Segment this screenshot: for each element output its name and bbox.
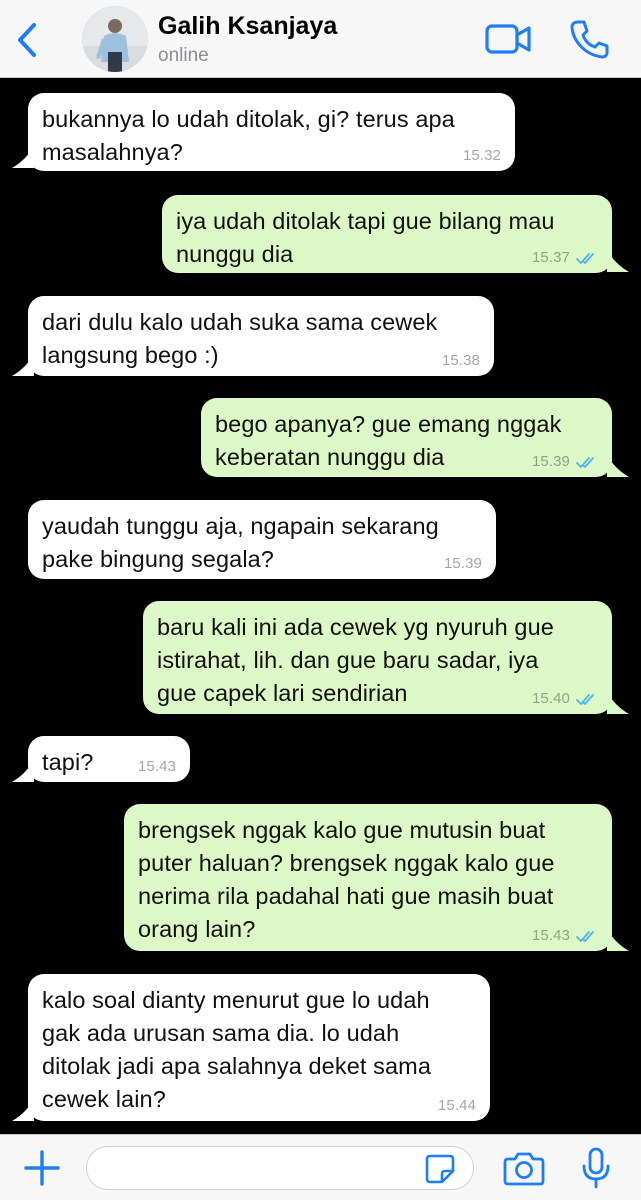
message-input-bar — [0, 1134, 641, 1200]
chevron-left-icon — [18, 23, 36, 57]
chat-header: Galih Ksanjaya online — [0, 0, 641, 78]
voice-call-button[interactable] — [568, 18, 610, 60]
read-receipt-icon — [576, 457, 594, 468]
message-text: bukannya lo udah ditolak, gi? terus apa … — [42, 106, 455, 165]
message-bubble-outgoing[interactable]: bego apanya? gue emang nggak keberatan n… — [201, 398, 612, 477]
message-text: brengsek nggak kalo gue mutusin buat put… — [138, 817, 555, 942]
read-receipt-icon — [576, 694, 594, 705]
message-bubble-incoming[interactable]: bukannya lo udah ditolak, gi? terus apa … — [28, 93, 515, 171]
microphone-icon — [582, 1147, 610, 1189]
video-call-button[interactable] — [484, 20, 532, 58]
message-input[interactable] — [86, 1146, 474, 1190]
message-text: kalo soal dianty menurut gue lo udah gak… — [42, 987, 431, 1112]
avatar[interactable] — [82, 6, 148, 72]
camera-button[interactable] — [503, 1150, 545, 1186]
sticker-icon — [425, 1154, 455, 1184]
back-button[interactable] — [8, 18, 48, 62]
voice-message-button[interactable] — [581, 1146, 611, 1190]
message-time: 15.40 — [531, 690, 570, 707]
message-bubble-outgoing[interactable]: iya udah ditolak tapi gue bilang mau nun… — [162, 195, 612, 273]
message-bubble-incoming[interactable]: tapi? 15.43 — [28, 736, 190, 782]
contact-name[interactable]: Galih Ksanjaya — [158, 12, 337, 41]
read-receipt-icon — [576, 931, 594, 942]
message-bubble-incoming[interactable]: kalo soal dianty menurut gue lo udah gak… — [28, 974, 490, 1121]
sticker-button[interactable] — [424, 1153, 456, 1185]
message-bubble-incoming[interactable]: dari dulu kalo udah suka sama cewek lang… — [28, 296, 494, 376]
message-time: 15.37 — [531, 249, 570, 266]
message-list[interactable]: bukannya lo udah ditolak, gi? terus apa … — [0, 79, 641, 1134]
message-bubble-outgoing[interactable]: baru kali ini ada cewek yg nyuruh gue is… — [143, 601, 612, 714]
camera-icon — [503, 1152, 545, 1186]
message-time: 15.43 — [531, 927, 570, 944]
contact-status: online — [158, 45, 209, 66]
message-time: 15.39 — [531, 453, 570, 470]
attach-button[interactable] — [22, 1148, 62, 1188]
message-time: 15.39 — [443, 555, 482, 572]
video-camera-icon — [485, 24, 531, 54]
read-receipt-icon — [576, 253, 594, 264]
message-text: dari dulu kalo udah suka sama cewek lang… — [42, 309, 438, 368]
message-time: 15.32 — [462, 147, 501, 164]
message-time: 15.43 — [137, 758, 176, 775]
message-time: 15.44 — [437, 1097, 476, 1114]
message-text: yaudah tunggu aja, ngapain sekarang pake… — [42, 513, 439, 572]
message-time: 15.38 — [441, 352, 480, 369]
contact-photo — [82, 6, 148, 72]
message-bubble-outgoing[interactable]: brengsek nggak kalo gue mutusin buat put… — [124, 804, 612, 951]
message-bubble-incoming[interactable]: yaudah tunggu aja, ngapain sekarang pake… — [28, 500, 496, 579]
phone-icon — [570, 20, 609, 59]
plus-icon — [24, 1150, 60, 1186]
